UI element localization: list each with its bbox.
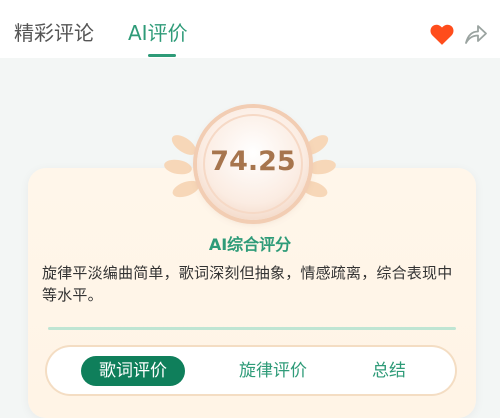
share-icon[interactable] (463, 22, 489, 46)
segment-summary[interactable]: 总结 (359, 356, 419, 386)
divider (48, 327, 456, 330)
score-value: 74.25 (210, 146, 296, 177)
segment-lyrics-review[interactable]: 歌词评价 (81, 356, 185, 386)
review-segment-control: 歌词评价 旋律评价 总结 (47, 347, 455, 394)
top-tab-bar: 精彩评论 AI评价 (0, 0, 500, 58)
review-summary-text: 旋律平淡编曲简单，歌词深刻但抽象，情感疏离，综合表现中等水平。 (42, 264, 453, 304)
active-tab-indicator (148, 54, 176, 57)
heart-icon[interactable] (429, 22, 455, 46)
ai-score-title: AI综合评分 (208, 235, 292, 254)
segment-melody-review[interactable]: 旋律评价 (223, 356, 323, 386)
tab-ai-review[interactable]: AI评价 (128, 20, 188, 46)
tab-comments[interactable]: 精彩评论 (14, 20, 94, 46)
score-badge: 74.25 (197, 108, 309, 220)
